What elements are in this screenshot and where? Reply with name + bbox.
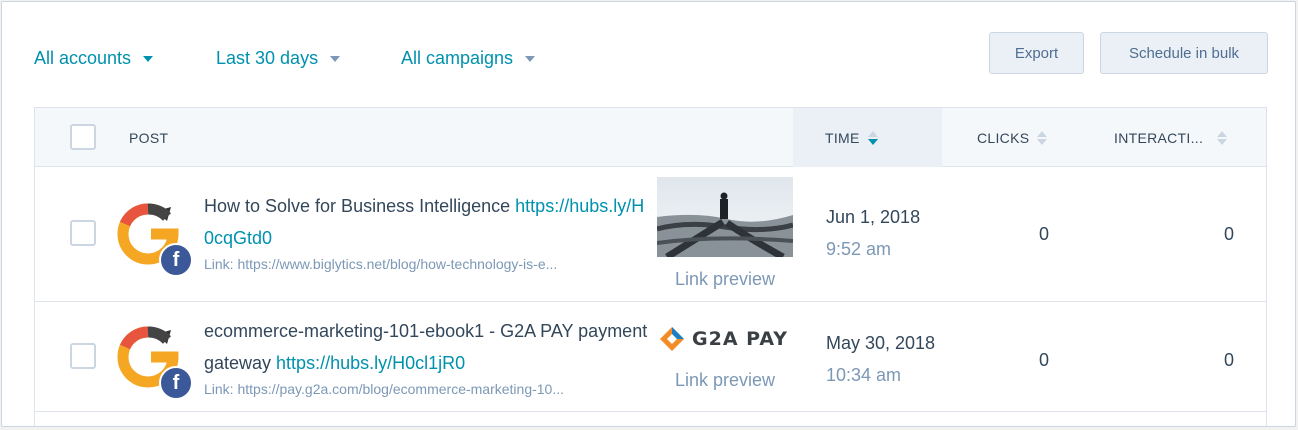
export-button[interactable]: Export <box>989 32 1084 74</box>
accounts-filter-label: All accounts <box>34 48 132 68</box>
post-short-link[interactable]: https://hubs.ly/H0cl1jR0 <box>276 353 465 373</box>
column-header-post: POST <box>129 129 169 146</box>
select-all-checkbox[interactable] <box>70 124 96 150</box>
sort-icon <box>867 130 878 145</box>
clicks-value: 0 <box>1039 224 1050 244</box>
date-range-filter-label: Last 30 days <box>216 48 319 68</box>
table-row[interactable]: f How to Solve for Business Intelligence… <box>35 167 1266 302</box>
facebook-icon: f <box>159 366 193 400</box>
schedule-in-bulk-button[interactable]: Schedule in bulk <box>1100 32 1268 74</box>
chevron-down-icon <box>143 55 154 62</box>
interactions-value: 0 <box>1224 224 1235 244</box>
column-header-time[interactable]: TIME <box>793 108 942 167</box>
row-checkbox[interactable] <box>70 220 96 246</box>
column-header-interactions[interactable]: INTERACTI... <box>1114 108 1228 167</box>
social-posts-panel: All accounts Last 30 days All campaigns … <box>1 1 1296 427</box>
post-text: ecommerce-marketing-101-ebook1 - G2A PAY… <box>204 321 648 373</box>
chevron-down-icon <box>330 55 341 62</box>
post-date: Jun 1, 2018 <box>826 207 921 227</box>
interactions-value: 0 <box>1224 350 1235 370</box>
column-header-clicks[interactable]: CLICKS <box>977 108 1048 167</box>
link-preview-label[interactable]: Link preview <box>657 370 793 391</box>
link-preview-label[interactable]: Link preview <box>657 269 793 290</box>
table-header: POST TIME CLICKS INTERACTI... <box>35 108 1266 167</box>
date-range-filter[interactable]: Last 30 days <box>216 48 341 69</box>
post-link-url: Link: https://pay.g2a.com/blog/ecommerce… <box>204 381 565 397</box>
posts-table: POST TIME CLICKS INTERACTI... f How to S… <box>34 107 1267 426</box>
row-checkbox[interactable] <box>70 343 96 369</box>
accounts-filter[interactable]: All accounts <box>34 48 154 69</box>
post-time: 10:34 am <box>826 365 902 385</box>
sort-icon <box>1217 130 1228 145</box>
facebook-icon: f <box>159 243 193 277</box>
sort-icon <box>1037 130 1048 145</box>
post-date: May 30, 2018 <box>826 333 936 353</box>
campaigns-filter-label: All campaigns <box>401 48 514 68</box>
g2a-logo-text: G2A PAY <box>692 328 788 350</box>
post-text: How to Solve for Business Intelligence h… <box>204 196 645 248</box>
link-preview-logo[interactable]: G2A PAY <box>659 324 793 354</box>
chevron-down-icon <box>525 55 536 62</box>
post-time: 9:52 am <box>826 239 892 259</box>
g2a-logo-icon <box>660 327 684 351</box>
table-row[interactable]: f ecommerce-marketing-101-ebook1 - G2A P… <box>35 302 1266 412</box>
link-preview-image[interactable] <box>657 177 793 257</box>
post-link-url: Link: https://www.biglytics.net/blog/how… <box>204 256 558 272</box>
campaigns-filter[interactable]: All campaigns <box>401 48 536 69</box>
clicks-value: 0 <box>1039 350 1050 370</box>
